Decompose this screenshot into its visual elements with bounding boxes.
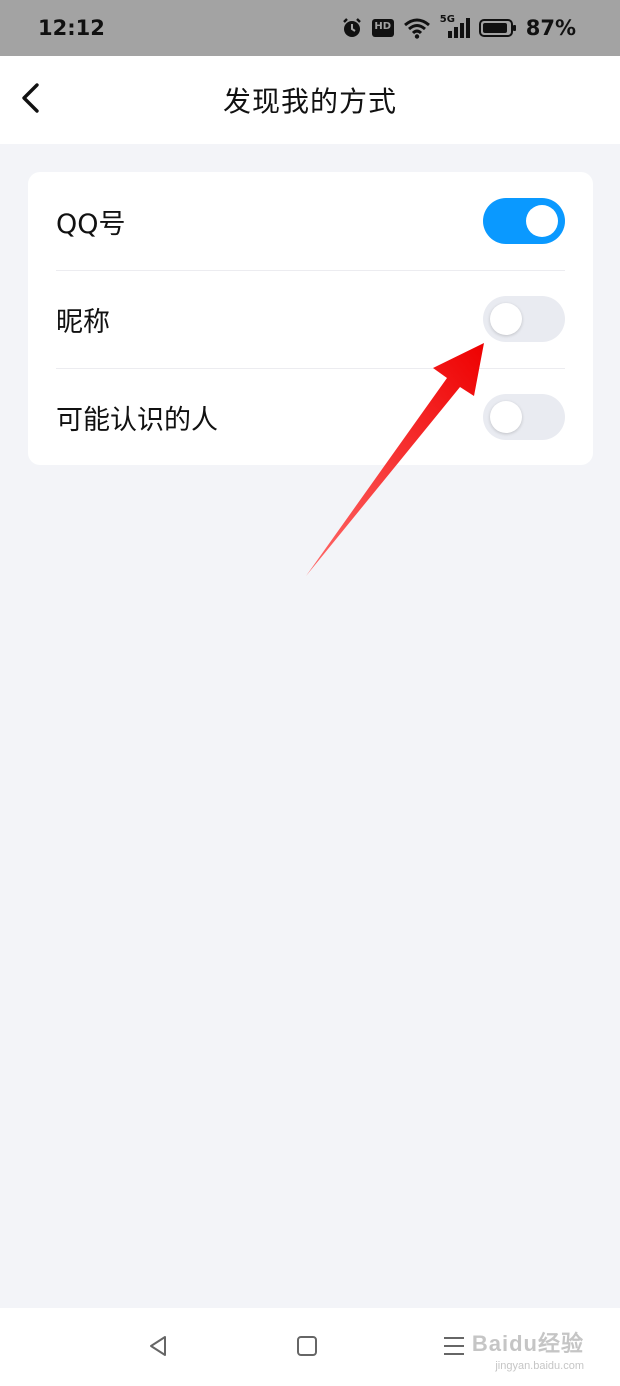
back-button[interactable]: [8, 78, 52, 122]
setting-label: 可能认识的人: [56, 404, 218, 436]
qq-number-toggle[interactable]: [483, 198, 565, 244]
nav-menu-button[interactable]: [436, 1330, 472, 1366]
watermark-main: Baidu经验: [471, 1331, 584, 1356]
nickname-toggle[interactable]: [483, 296, 565, 342]
hd-label: HD: [374, 21, 392, 32]
setting-row-qq-number: QQ号: [28, 172, 593, 270]
5g-signal-icon: 5G: [440, 14, 470, 39]
hd-icon: HD: [371, 19, 394, 37]
watermark-sub: jingyan.baidu.com: [495, 1360, 584, 1372]
setting-label: QQ号: [56, 208, 126, 240]
setting-label: 昵称: [56, 306, 110, 338]
settings-card: QQ号 昵称 可能认识的人: [28, 172, 593, 465]
nav-back-button[interactable]: [140, 1330, 176, 1366]
people-you-may-know-toggle[interactable]: [483, 394, 565, 440]
back-triangle-icon: [146, 1334, 170, 1362]
battery-percent: 87%: [525, 16, 576, 40]
battery-icon: [478, 18, 517, 38]
alarm-icon: [341, 17, 363, 39]
status-time: 12:12: [38, 16, 105, 40]
toggle-knob: [490, 401, 522, 433]
toggle-knob: [490, 303, 522, 335]
toggle-knob: [526, 205, 558, 237]
status-bar: 12:12 HD 5G 87%: [0, 0, 620, 56]
page-title: 发现我的方式: [222, 85, 397, 118]
wifi-icon: [403, 17, 431, 39]
setting-row-nickname: 昵称: [28, 270, 593, 368]
nav-home-button[interactable]: [289, 1330, 325, 1366]
status-icons: HD 5G 87%: [341, 14, 576, 40]
watermark: Baidu经验 jingyan.baidu.com: [472, 1326, 584, 1372]
setting-row-people-you-may-know: 可能认识的人: [28, 368, 593, 466]
header: 发现我的方式: [0, 56, 620, 144]
chevron-left-icon: [17, 82, 43, 118]
menu-lines-icon: [442, 1334, 466, 1362]
home-square-icon: [295, 1334, 319, 1362]
